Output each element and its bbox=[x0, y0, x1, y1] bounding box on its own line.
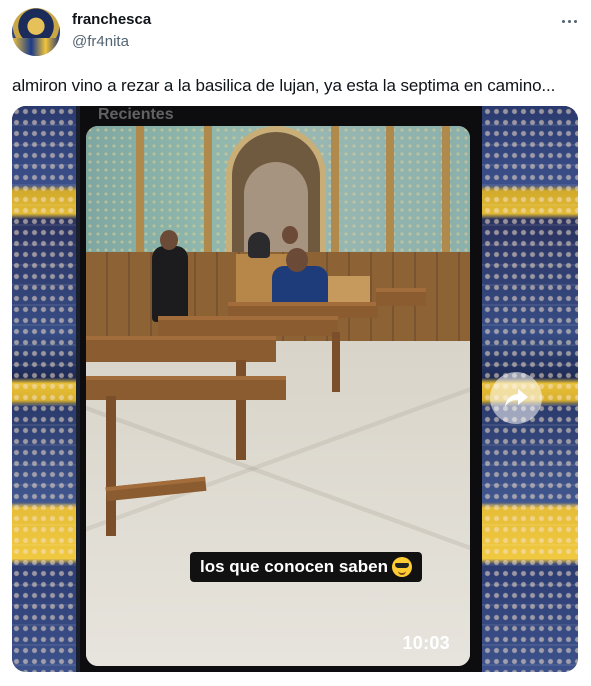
avatar[interactable] bbox=[12, 8, 60, 56]
share-arrow-icon bbox=[505, 389, 528, 407]
stadium-crowd-background-left bbox=[12, 106, 76, 672]
video-frame[interactable]: Recientes los que conocen saben 10:03 bbox=[80, 106, 482, 672]
share-button[interactable] bbox=[490, 372, 542, 424]
pew bbox=[86, 376, 286, 400]
caption-text: los que conocen saben bbox=[200, 557, 388, 576]
more-options-button[interactable] bbox=[556, 8, 582, 34]
tweet-text: almiron vino a rezar a la basilica de lu… bbox=[12, 76, 556, 95]
author-name[interactable]: franchesca bbox=[72, 11, 151, 28]
video-caption: los que conocen saben bbox=[190, 552, 422, 582]
pew bbox=[158, 316, 338, 336]
standing-person bbox=[152, 246, 188, 322]
sunglasses-face-icon bbox=[392, 557, 412, 577]
video-timestamp: 10:03 bbox=[402, 633, 450, 653]
pew bbox=[86, 336, 276, 362]
tweet-header: franchesca @fr4nita bbox=[0, 0, 591, 64]
video-top-tag: Recientes bbox=[98, 106, 174, 123]
basilica-scene: los que conocen saben 10:03 bbox=[86, 126, 470, 666]
tweet-media[interactable]: Recientes los que conocen saben 10:03 bbox=[12, 106, 578, 672]
author-handle[interactable]: @fr4nita bbox=[72, 33, 129, 50]
ellipsis-icon bbox=[561, 19, 565, 23]
